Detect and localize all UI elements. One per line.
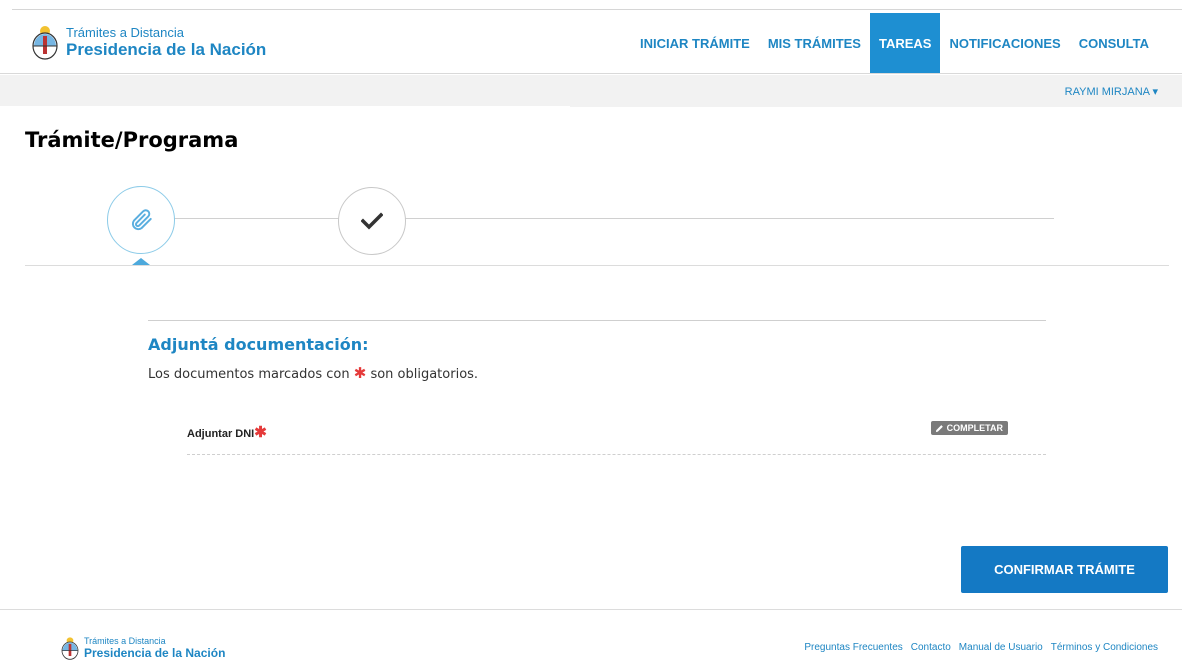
section-divider	[25, 265, 1169, 266]
footer-link-terms[interactable]: Términos y Condiciones	[1051, 642, 1158, 653]
footer-link-contact[interactable]: Contacto	[911, 642, 951, 653]
coat-of-arms-icon	[61, 637, 79, 660]
documents-divider	[148, 320, 1046, 321]
footer-link-manual[interactable]: Manual de Usuario	[959, 642, 1043, 653]
required-asterisk-icon: ✱	[254, 424, 267, 441]
checkmark-icon	[361, 212, 383, 230]
complete-document-button[interactable]: COMPLETAR	[930, 421, 1008, 435]
step-attach[interactable]	[107, 186, 175, 254]
document-label: Adjuntar DNI✱	[187, 424, 267, 441]
documents-title: Adjuntá documentación:	[148, 335, 369, 354]
user-name: RAYMI MIRJANA	[1064, 86, 1150, 98]
nav-tareas[interactable]: TAREAS	[869, 13, 941, 73]
paperclip-icon	[131, 209, 152, 231]
pencil-icon	[935, 424, 943, 432]
documents-note: Los documentos marcados con ✱ son obliga…	[148, 364, 479, 382]
page-title: Trámite/Programa	[25, 128, 239, 152]
nav-iniciar-tramite[interactable]: INICIAR TRÁMITE	[631, 13, 759, 73]
brand-logo[interactable]: Trámites a Distancia Presidencia de la N…	[30, 24, 266, 60]
user-menu[interactable]: RAYMI MIRJANA ▾	[1065, 85, 1158, 98]
user-bar: RAYMI MIRJANA ▾	[0, 75, 1182, 112]
coat-of-arms-icon	[32, 26, 58, 60]
stepper-line	[140, 218, 1054, 219]
required-asterisk-icon: ✱	[353, 364, 367, 382]
stepper	[0, 186, 1182, 267]
step-confirm[interactable]	[338, 187, 406, 255]
footer-divider	[0, 609, 1182, 610]
footer-brand-line2: Presidencia de la Nación	[84, 646, 226, 660]
footer-brand-line1: Trámites a Distancia	[84, 636, 166, 646]
brand-line2: Presidencia de la Nación	[66, 40, 267, 59]
nav-mis-tramites[interactable]: MIS TRÁMITES	[759, 13, 870, 73]
footer-brand-logo[interactable]: Trámites a Distancia Presidencia de la N…	[60, 636, 225, 660]
document-row: Adjuntar DNI✱ COMPLETAR	[187, 416, 1046, 455]
nav-notificaciones[interactable]: NOTIFICACIONES	[940, 13, 1069, 73]
brand-line1: Trámites a Distancia	[66, 25, 184, 40]
nav-consulta[interactable]: CONSULTA	[1070, 13, 1158, 73]
chevron-down-icon: ▾	[1152, 86, 1158, 98]
active-step-indicator	[132, 258, 150, 265]
confirm-tramite-button[interactable]: CONFIRMAR TRÁMITE	[961, 546, 1168, 593]
footer-link-faq[interactable]: Preguntas Frecuentes	[804, 642, 902, 653]
header: Trámites a Distancia Presidencia de la N…	[0, 10, 1182, 74]
footer-links: Preguntas Frecuentes Contacto Manual de …	[796, 642, 1158, 653]
main-nav: INICIAR TRÁMITE MIS TRÁMITES TAREAS NOTI…	[631, 13, 1158, 73]
